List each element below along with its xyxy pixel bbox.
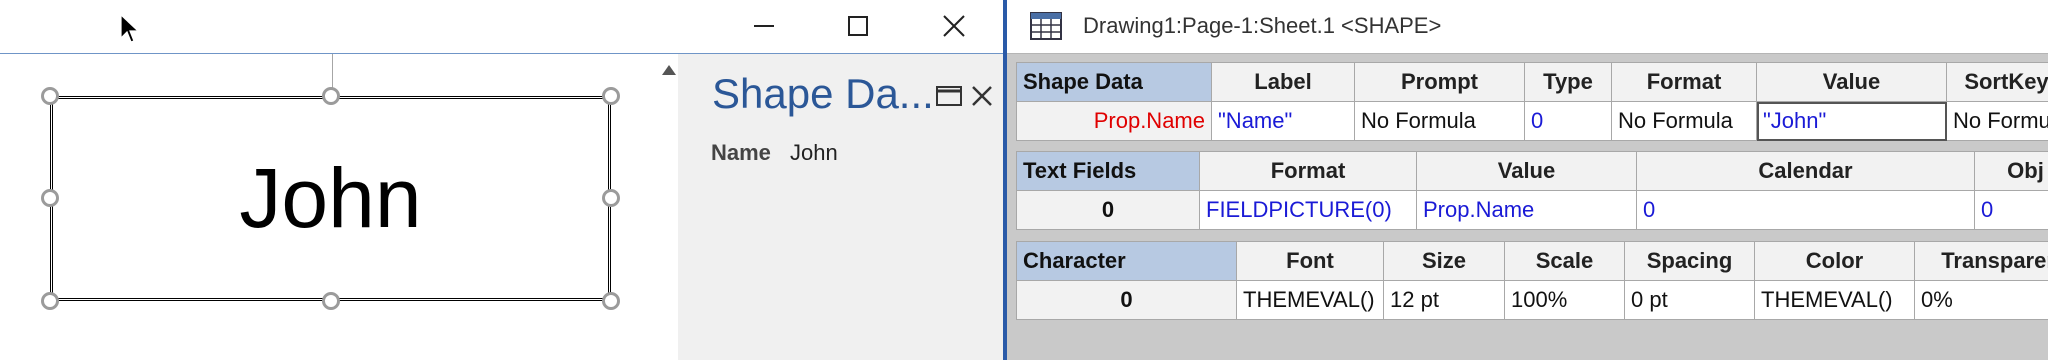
resize-handle-right[interactable] [602,189,620,207]
resize-handle-bottom-right[interactable] [602,292,620,310]
row-name[interactable]: 0 [1016,190,1200,230]
column-header-size: Size [1383,241,1505,281]
character-section: Character Font Size Scale Spacing Color … [1016,241,2048,320]
column-header-calendar: Calendar [1636,151,1975,191]
column-header-format: Format [1199,151,1417,191]
resize-handle-bottom[interactable] [322,292,340,310]
shape-data-section: Shape Data Label Prompt Type Format Valu… [1016,62,2048,141]
column-header-type: Type [1524,62,1612,102]
shape-data-name-label: Name [711,140,771,165]
text-fields-section: Text Fields Format Value Calendar Obj 0 … [1016,151,2048,230]
vertical-scrollbar[interactable] [660,54,678,360]
cell-transparency[interactable]: 0% [1914,280,2048,320]
cell-format[interactable]: FIELDPICTURE(0) [1199,190,1417,230]
maximize-icon [848,16,868,36]
cell-prompt[interactable]: No Formula [1354,101,1525,141]
resize-handle-top-left[interactable] [41,87,59,105]
cell-calendar[interactable]: 0 [1636,190,1975,230]
cell-color[interactable]: THEMEVAL() [1754,280,1915,320]
close-button[interactable] [924,8,984,44]
cell-sortkey[interactable]: No Formu [1946,101,2048,141]
mouse-pointer-icon [120,14,140,43]
column-header-prompt: Prompt [1354,62,1525,102]
maximize-button[interactable] [828,8,888,44]
cell-type[interactable]: 0 [1524,101,1612,141]
cell-spacing[interactable]: 0 pt [1624,280,1755,320]
cell-format[interactable]: No Formula [1611,101,1757,141]
cell-scale[interactable]: 100% [1504,280,1625,320]
column-header-sortkey: SortKey [1946,62,2048,102]
row-name[interactable]: Prop.Name [1016,101,1212,141]
cell-obj[interactable]: 0 [1974,190,2048,230]
resize-handle-left[interactable] [41,189,59,207]
resize-handle-bottom-left[interactable] [41,292,59,310]
minimize-icon [754,25,774,27]
row-name[interactable]: 0 [1016,280,1237,320]
column-header-format: Format [1611,62,1757,102]
cell-value[interactable]: "John" [1756,101,1947,141]
cell-value[interactable]: Prop.Name [1416,190,1637,230]
minimize-button[interactable] [734,8,794,44]
section-header-text-fields: Text Fields [1016,151,1200,191]
shape-data-name-value[interactable]: John [790,140,838,166]
shape-text[interactable]: John [50,96,611,301]
column-header-value: Value [1756,62,1947,102]
shapesheet-icon [1030,12,1062,40]
column-header-obj: Obj [1974,151,2048,191]
column-header-scale: Scale [1504,241,1625,281]
column-header-color: Color [1754,241,1915,281]
shapesheet-title: Drawing1:Page-1:Sheet.1 <SHAPE> [1083,13,1442,38]
section-header-shape-data: Shape Data [1016,62,1212,102]
section-header-character: Character [1016,241,1237,281]
restore-icon[interactable] [936,85,962,107]
cell-font[interactable]: THEMEVAL() [1236,280,1384,320]
shape-data-pane-title: Shape Da... [712,70,934,117]
column-header-spacing: Spacing [1624,241,1755,281]
pane-close-icon[interactable] [970,84,994,108]
column-header-font: Font [1236,241,1384,281]
resize-handle-top[interactable] [322,87,340,105]
cell-label[interactable]: "Name" [1211,101,1355,141]
close-icon [943,15,965,37]
column-header-transparency: Transparen [1914,241,2048,281]
cell-size[interactable]: 12 pt [1383,280,1505,320]
column-header-label: Label [1211,62,1355,102]
column-header-value: Value [1416,151,1637,191]
scroll-up-arrow-icon[interactable] [660,62,678,80]
resize-handle-top-right[interactable] [602,87,620,105]
